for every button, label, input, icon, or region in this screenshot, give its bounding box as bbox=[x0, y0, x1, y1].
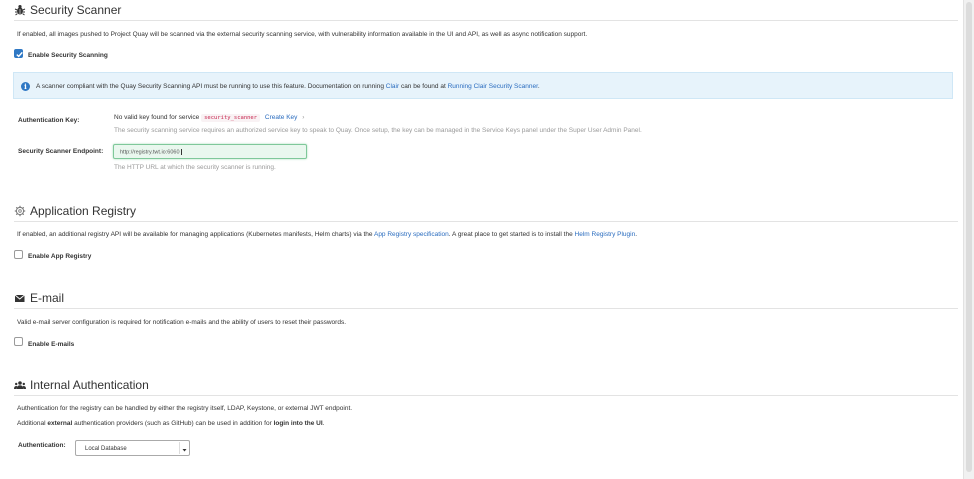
authentication-key-label: Authentication Key: bbox=[18, 117, 80, 124]
section-security-scanner: Security Scanner bbox=[14, 3, 958, 21]
internal-auth-external-note: Additional external authentication provi… bbox=[17, 420, 324, 427]
authentication-label: Authentication: bbox=[18, 442, 66, 449]
enable-app-registry-checkbox[interactable] bbox=[14, 250, 23, 259]
helm-registry-plugin-link[interactable]: Helm Registry Plugin bbox=[575, 231, 636, 238]
info-suffix: . bbox=[537, 83, 540, 90]
chevron-right-icon: › bbox=[302, 114, 305, 121]
section-title: Security Scanner bbox=[30, 3, 122, 17]
scanner-info-alert: i A scanner compliant with the Quay Secu… bbox=[13, 72, 953, 99]
enable-security-scanning-checkbox[interactable] bbox=[14, 49, 23, 58]
section-title: Application Registry bbox=[30, 204, 137, 218]
email-description: Valid e-mail server configuration is req… bbox=[17, 319, 347, 326]
scanner-endpoint-help: The HTTP URL at which the security scann… bbox=[114, 164, 276, 171]
enable-emails-label[interactable]: Enable E-mails bbox=[28, 341, 74, 348]
clair-link[interactable]: Clair bbox=[386, 83, 399, 90]
endpoint-value-text[interactable]: http://registry.twt.io:6060 bbox=[120, 149, 180, 155]
scanner-endpoint-label: Security Scanner Endpoint: bbox=[18, 148, 104, 155]
scanner-info-text: A scanner compliant with the Quay Securi… bbox=[36, 83, 540, 90]
bug-icon bbox=[14, 3, 26, 16]
section-email: E-mail bbox=[14, 291, 958, 309]
app-registry-desc-middle: . A great place to get started is to ins… bbox=[448, 231, 575, 238]
service-name-code: security_scanner bbox=[201, 114, 261, 122]
info-icon: i bbox=[21, 82, 30, 91]
external-note-bold: external bbox=[47, 420, 73, 427]
text-caret bbox=[180, 148, 182, 155]
vertical-scrollbar[interactable] bbox=[963, 0, 974, 479]
section-title: E-mail bbox=[30, 291, 65, 305]
external-note-middle: authentication providers (such as GitHub… bbox=[72, 420, 274, 427]
enable-app-registry-label[interactable]: Enable App Registry bbox=[28, 253, 91, 260]
enable-emails-checkbox[interactable] bbox=[14, 337, 23, 346]
gear-icon bbox=[14, 204, 26, 217]
enable-security-scanning-label[interactable]: Enable Security Scanning bbox=[28, 52, 108, 59]
external-note-login: login into the UI bbox=[273, 420, 323, 427]
authentication-key-status: No valid key found for service security_… bbox=[114, 114, 305, 122]
running-clair-link[interactable]: Running Clair Security Scanner bbox=[448, 83, 538, 90]
app-registry-desc-prefix: If enabled, an additional registry API w… bbox=[17, 231, 374, 238]
create-key-link[interactable]: Create Key bbox=[265, 114, 298, 121]
config-page: Security Scanner If enabled, all images … bbox=[0, 0, 963, 479]
scrollbar-thumb[interactable] bbox=[966, 2, 972, 472]
external-note-suffix: . bbox=[322, 420, 325, 427]
external-note-prefix: Additional bbox=[17, 420, 48, 427]
chevron-down-icon[interactable] bbox=[179, 442, 188, 454]
key-status-text: No valid key found for service bbox=[114, 114, 200, 121]
app-registry-spec-link[interactable]: App Registry specification bbox=[374, 231, 449, 238]
security-scanner-description: If enabled, all images pushed to Project… bbox=[17, 31, 588, 38]
info-middle: can be found at bbox=[399, 83, 448, 90]
app-registry-desc-suffix: . bbox=[635, 231, 638, 238]
scanner-endpoint-input[interactable]: http://registry.twt.io:6060 bbox=[113, 144, 307, 159]
app-registry-description: If enabled, an additional registry API w… bbox=[17, 231, 637, 238]
scanner-endpoint-value[interactable]: http://registry.twt.io:6060 bbox=[120, 148, 182, 155]
authentication-key-help: The security scanning service requires a… bbox=[114, 127, 642, 134]
authentication-selected-value[interactable]: Local Database bbox=[85, 446, 127, 452]
internal-auth-description: Authentication for the registry can be h… bbox=[17, 405, 353, 412]
section-title: Internal Authentication bbox=[30, 378, 149, 392]
section-app-registry: Application Registry bbox=[14, 204, 958, 222]
section-internal-authentication: Internal Authentication bbox=[14, 378, 958, 396]
envelope-icon bbox=[14, 291, 26, 303]
info-prefix: A scanner compliant with the Quay Securi… bbox=[36, 83, 386, 90]
users-icon bbox=[14, 378, 26, 390]
authentication-select[interactable]: Local Database bbox=[75, 440, 190, 456]
